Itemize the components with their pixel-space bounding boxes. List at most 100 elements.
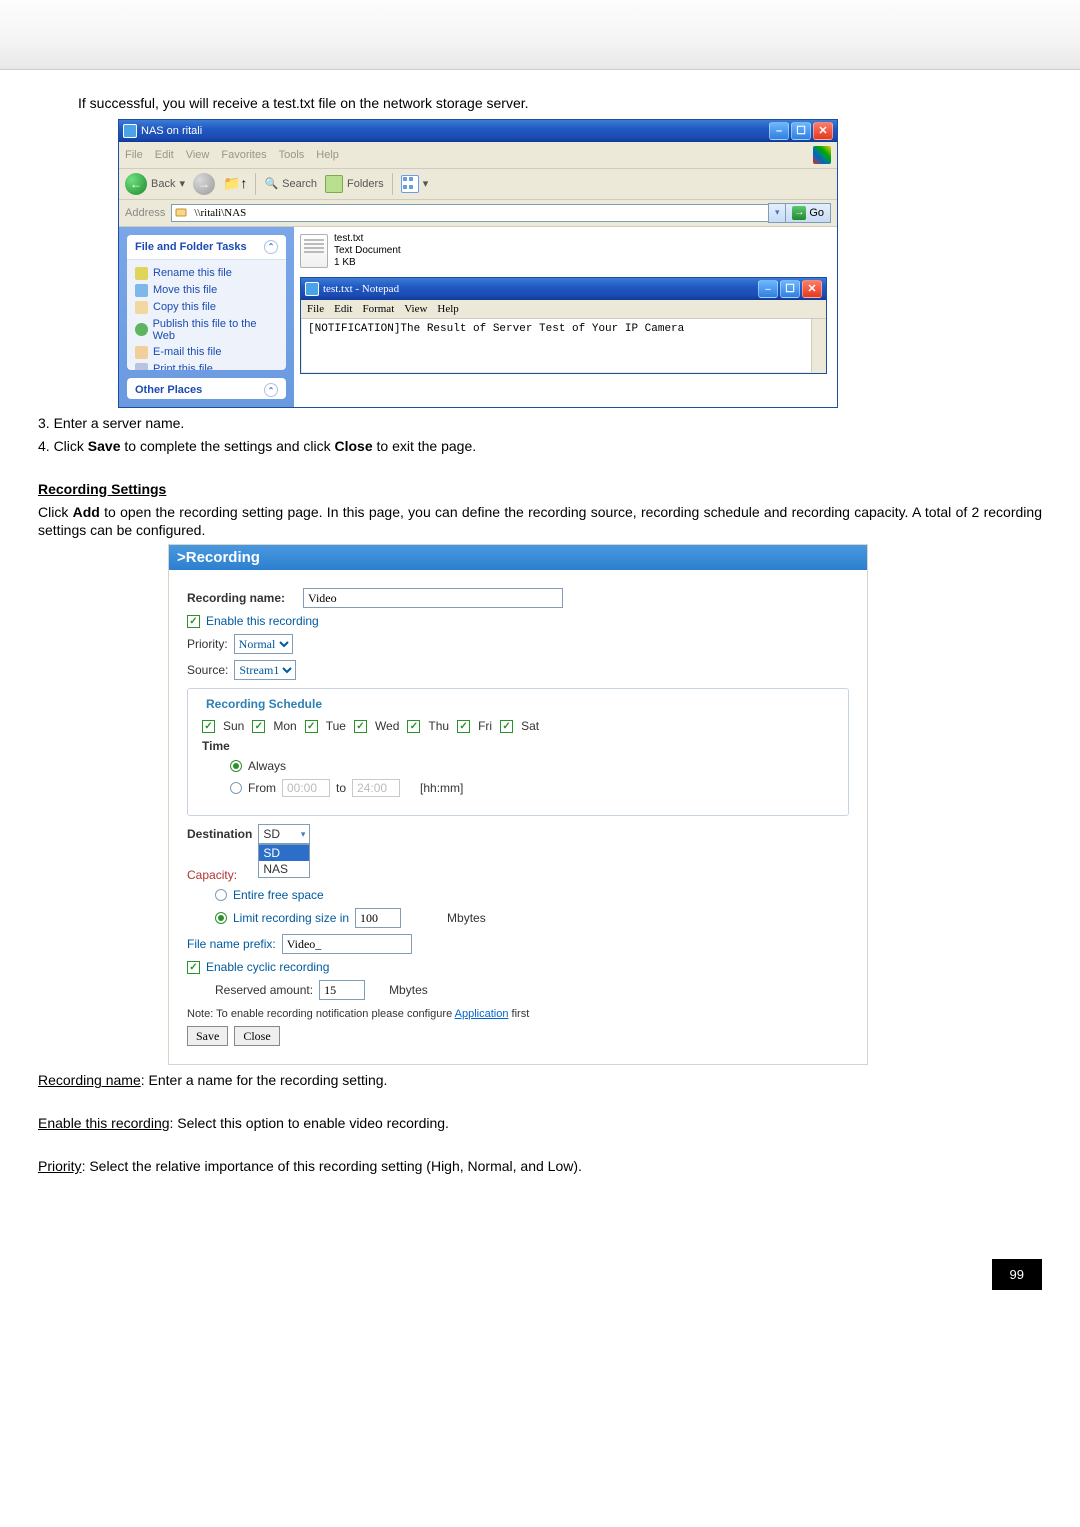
file-item[interactable]: test.txt Text Document 1 KB: [300, 233, 831, 269]
step-4: 4. Click Save to complete the settings a…: [38, 437, 1042, 456]
address-label: Address: [125, 207, 165, 219]
page-content: If successful, you will receive a test.t…: [0, 70, 1080, 1200]
limit-size-input[interactable]: [355, 908, 401, 928]
window-icon: [123, 124, 137, 138]
day-thu-checkbox[interactable]: [407, 720, 420, 733]
recording-name-input[interactable]: [303, 588, 563, 608]
row-source: Source: Stream1: [187, 660, 849, 680]
folders-button[interactable]: Folders: [325, 175, 384, 193]
reserved-input[interactable]: [319, 980, 365, 1000]
menu-edit[interactable]: Edit: [155, 149, 174, 161]
close-button[interactable]: ✕: [802, 280, 822, 298]
task-publish[interactable]: Publish this file to the Web: [135, 316, 278, 344]
move-icon: [135, 284, 148, 297]
time-from-input[interactable]: [282, 779, 330, 797]
search-button[interactable]: 🔍Search: [264, 177, 317, 190]
time-always-radio[interactable]: [230, 760, 242, 772]
menu-favorites[interactable]: Favorites: [221, 149, 266, 161]
notepad-content[interactable]: [NOTIFICATION]The Result of Server Test …: [301, 319, 826, 373]
day-sun-checkbox[interactable]: [202, 720, 215, 733]
maximize-button[interactable]: ☐: [780, 280, 800, 298]
task-rename[interactable]: Rename this file: [135, 265, 278, 282]
notepad-menubar: File Edit Format View Help: [301, 300, 826, 319]
np-menu-format[interactable]: Format: [362, 303, 394, 315]
day-mon-checkbox[interactable]: [252, 720, 265, 733]
notepad-titlebar: test.txt - Notepad – ☐ ✕: [301, 278, 826, 300]
recording-panel: >Recording Recording name: Enable this r…: [168, 544, 868, 1065]
back-button[interactable]: ←Back ▾: [125, 173, 185, 195]
day-tue-checkbox[interactable]: [305, 720, 318, 733]
fieldset-legend: Recording Schedule: [202, 697, 326, 711]
forward-button[interactable]: →: [193, 173, 215, 195]
time-to-input[interactable]: [352, 779, 400, 797]
destination-select[interactable]: SD▾: [258, 824, 310, 844]
capacity-entire-radio[interactable]: [215, 889, 227, 901]
capacity-limit-radio[interactable]: [215, 912, 227, 924]
minimize-button[interactable]: –: [758, 280, 778, 298]
row-prefix: File name prefix:: [187, 934, 849, 954]
close-button[interactable]: ✕: [813, 122, 833, 140]
note-text: Note: To enable recording notification p…: [187, 1008, 849, 1020]
menu-tools[interactable]: Tools: [279, 149, 305, 161]
row-cyclic: Enable cyclic recording: [187, 960, 849, 974]
scrollbar[interactable]: [811, 319, 825, 372]
file-meta: test.txt Text Document 1 KB: [334, 233, 401, 269]
section-desc: Click Add to open the recording setting …: [38, 503, 1042, 541]
enable-recording-checkbox[interactable]: [187, 615, 200, 628]
day-sat-checkbox[interactable]: [500, 720, 513, 733]
menu-bar: File Edit View Favorites Tools Help: [119, 142, 837, 169]
explorer-window: NAS on ritali – ☐ ✕ File Edit View Favor…: [118, 119, 838, 408]
menu-file[interactable]: File: [125, 149, 143, 161]
time-range-radio[interactable]: [230, 782, 242, 794]
toolbar: ←Back ▾ → 📁↑ 🔍Search Folders ▾: [119, 169, 837, 200]
address-dropdown[interactable]: ▾: [768, 203, 786, 223]
option-sd[interactable]: SD: [259, 845, 309, 861]
task-group-header[interactable]: File and Folder Tasks⌃: [127, 235, 286, 260]
days-row: Sun Mon Tue Wed Thu Fri Sat: [202, 719, 834, 733]
np-menu-file[interactable]: File: [307, 303, 324, 315]
row-priority: Priority: Normal: [187, 634, 849, 654]
np-menu-help[interactable]: Help: [437, 303, 458, 315]
section-heading: Recording Settings: [38, 481, 166, 497]
print-icon: [135, 363, 148, 370]
np-menu-view[interactable]: View: [404, 303, 427, 315]
menu-help[interactable]: Help: [316, 149, 339, 161]
up-button[interactable]: 📁↑: [223, 175, 247, 192]
views-button[interactable]: ▾: [401, 175, 429, 193]
priority-select[interactable]: Normal: [234, 634, 293, 654]
maximize-button[interactable]: ☐: [791, 122, 811, 140]
destination-options: SD NAS: [258, 844, 310, 878]
source-select[interactable]: Stream1: [234, 660, 296, 680]
task-move[interactable]: Move this file: [135, 282, 278, 299]
window-title: NAS on ritali: [141, 125, 202, 137]
menu-view[interactable]: View: [186, 149, 210, 161]
task-print[interactable]: Print this file: [135, 361, 278, 370]
close-button[interactable]: Close: [234, 1026, 279, 1046]
file-pane: test.txt Text Document 1 KB test.txt - N…: [294, 227, 837, 407]
def-priority: Priority: Select the relative importance…: [38, 1157, 1042, 1176]
rename-icon: [135, 267, 148, 280]
task-email[interactable]: E-mail this file: [135, 344, 278, 361]
application-link[interactable]: Application: [455, 1008, 509, 1020]
np-menu-edit[interactable]: Edit: [334, 303, 352, 315]
minimize-button[interactable]: –: [769, 122, 789, 140]
cyclic-checkbox[interactable]: [187, 961, 200, 974]
option-nas[interactable]: NAS: [259, 861, 309, 877]
prefix-input[interactable]: [282, 934, 412, 954]
step-3: 3. Enter a server name.: [38, 414, 1042, 433]
go-button[interactable]: →Go: [786, 203, 831, 223]
copy-icon: [135, 301, 148, 314]
save-button[interactable]: Save: [187, 1026, 228, 1046]
day-wed-checkbox[interactable]: [354, 720, 367, 733]
page-header-band: [0, 0, 1080, 70]
task-group-places: Other Places⌃: [127, 378, 286, 399]
globe-icon: [135, 323, 148, 336]
address-bar: Address ▾ →Go: [119, 200, 837, 227]
task-copy[interactable]: Copy this file: [135, 299, 278, 316]
day-fri-checkbox[interactable]: [457, 720, 470, 733]
task-group-header[interactable]: Other Places⌃: [127, 378, 286, 399]
row-destination: Destination SD▾ SD NAS: [187, 824, 849, 844]
address-input[interactable]: [171, 204, 768, 222]
windows-logo-icon: [813, 146, 831, 164]
task-group-file: File and Folder Tasks⌃ Rename this file …: [127, 235, 286, 370]
